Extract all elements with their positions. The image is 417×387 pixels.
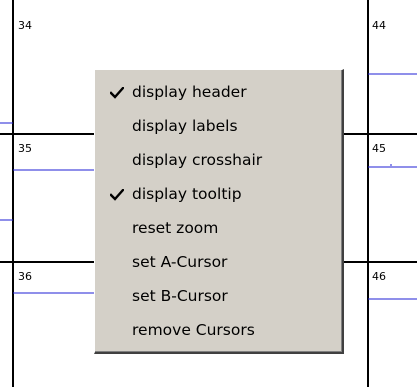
checkmark-icon [110,87,124,99]
cell-label: 45 [372,142,386,155]
menu-item-label: display header [132,83,247,101]
menu-item-set-a-cursor[interactable]: set A-Cursor [95,245,342,279]
cell-label: 46 [372,270,386,283]
menu-item-display-crosshair[interactable]: display crosshair [95,143,342,177]
checkmark-icon [110,189,124,201]
menu-item-label: display tooltip [132,185,242,203]
menu-item-label: display crosshair [132,151,263,169]
menu-item-remove-cursors[interactable]: remove Cursors [95,313,342,347]
cell-label: 44 [372,19,386,32]
menu-item-label: remove Cursors [132,321,255,339]
menu-item-label: display labels [132,117,238,135]
menu-item-label: set B-Cursor [132,287,228,305]
menu-item-reset-zoom[interactable]: reset zoom [95,211,342,245]
cell-label: 34 [18,19,32,32]
menu-item-display-labels[interactable]: display labels [95,109,342,143]
cell-label: 36 [18,270,32,283]
cell-label: 35 [18,142,32,155]
menu-item-display-header[interactable]: display header [95,75,342,109]
menu-item-label: set A-Cursor [132,253,228,271]
menu-item-display-tooltip[interactable]: display tooltip [95,177,342,211]
menu-item-set-b-cursor[interactable]: set B-Cursor [95,279,342,313]
context-menu: display header display labels display cr… [94,69,344,354]
menu-item-label: reset zoom [132,219,219,237]
